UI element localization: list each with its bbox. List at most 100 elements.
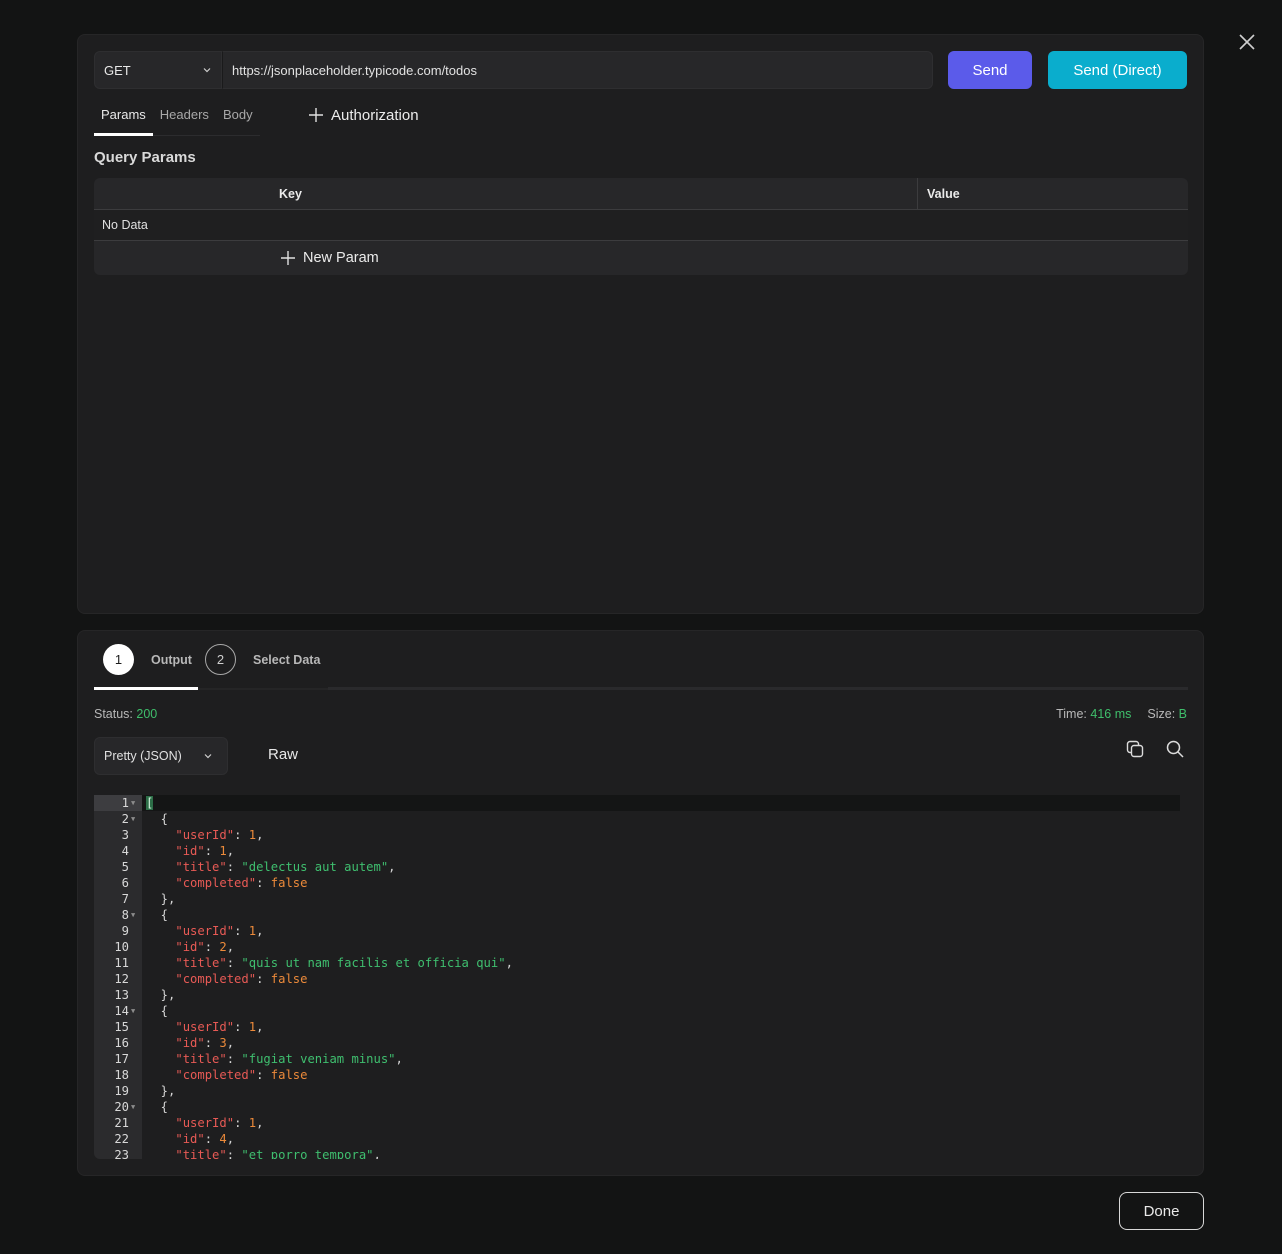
search-icon (1166, 740, 1184, 758)
json-punctuation: : (234, 924, 249, 938)
steps-divider-right (328, 687, 1188, 690)
fold-toggle-icon[interactable]: ▼ (131, 1003, 135, 1020)
json-number: 1 (219, 844, 227, 858)
status-label: Status: (94, 707, 133, 721)
request-panel: GET https://jsonplaceholder.typicode.com… (77, 34, 1204, 614)
copy-button[interactable] (1125, 739, 1145, 759)
json-punctuation: : (204, 844, 220, 858)
json-string: "et porro tempora" (241, 1148, 374, 1159)
json-punctuation (146, 876, 175, 890)
json-key: "id" (175, 1036, 205, 1050)
line-number: 11 (114, 956, 129, 970)
json-bracket: [ (146, 796, 154, 810)
plus-icon (281, 250, 295, 265)
json-punctuation: }, (146, 892, 176, 906)
code-line: 10 "id": 2, (94, 939, 1180, 955)
close-icon (1239, 34, 1255, 50)
json-punctuation (146, 1020, 175, 1034)
format-select[interactable]: Pretty (JSON) (94, 737, 228, 775)
json-punctuation: : (256, 972, 271, 986)
new-param-button[interactable]: New Param (94, 241, 1188, 274)
code-text: }, (146, 987, 176, 1003)
raw-button[interactable]: Raw (268, 746, 298, 763)
json-punctuation: : (204, 1036, 220, 1050)
json-key: "completed" (175, 1068, 257, 1082)
step-number: 2 (205, 644, 236, 675)
code-line: 14 ▼ { (94, 1003, 1180, 1019)
line-number: 3 (121, 828, 129, 842)
json-number: 4 (219, 1132, 227, 1146)
line-number: 6 (121, 876, 129, 890)
json-punctuation: { (146, 908, 169, 922)
code-line: 11 "title": "quis ut nam facilis et offi… (94, 955, 1180, 971)
json-key: "userId" (175, 1020, 235, 1034)
fold-toggle-icon[interactable]: ▼ (131, 907, 135, 924)
code-line: 20 ▼ { (94, 1099, 1180, 1115)
json-key: "userId" (175, 1116, 235, 1130)
line-number: 13 (114, 988, 129, 1002)
close-button[interactable] (1236, 31, 1258, 53)
json-punctuation: : (226, 860, 242, 874)
line-number: 9 (121, 924, 129, 938)
fold-toggle-icon[interactable]: ▼ (131, 1099, 135, 1116)
active-step-indicator (94, 687, 198, 690)
step-select-data[interactable]: 2 Select Data (205, 644, 320, 675)
json-punctuation: : (256, 1068, 271, 1082)
tab-params[interactable]: Params (94, 99, 153, 136)
code-text: "title": "et porro tempora", (146, 1147, 380, 1159)
json-key: "userId" (175, 924, 235, 938)
query-params-title: Query Params (94, 149, 196, 166)
json-number: 1 (248, 828, 257, 842)
json-punctuation (146, 828, 175, 842)
response-size: Size: B (1147, 707, 1187, 721)
authorization-label: Authorization (331, 106, 419, 124)
json-key: "title" (175, 1148, 227, 1159)
status-value: 200 (136, 707, 158, 721)
response-code-editor[interactable]: 1 ▼[2 ▼ {3 "userId": 1, 4 "id": 1, 5 "title"… (94, 795, 1180, 1159)
fold-toggle-icon[interactable]: ▼ (131, 795, 135, 812)
json-key: "title" (175, 860, 227, 874)
search-button[interactable] (1165, 739, 1185, 759)
json-key: "userId" (175, 828, 235, 842)
code-text: "title": "fugiat veniam minus", (146, 1051, 403, 1067)
tab-body[interactable]: Body (216, 99, 260, 135)
line-number: 19 (114, 1084, 129, 1098)
tab-headers[interactable]: Headers (153, 99, 216, 135)
json-punctuation (146, 1116, 175, 1130)
json-punctuation (146, 972, 175, 986)
json-punctuation (146, 1052, 175, 1066)
send-direct-button[interactable]: Send (Direct) (1048, 51, 1187, 89)
line-number: 5 (121, 860, 129, 874)
done-button[interactable]: Done (1119, 1192, 1204, 1230)
code-line: 17 "title": "fugiat veniam minus", (94, 1051, 1180, 1067)
json-punctuation (146, 924, 175, 938)
method-value: GET (104, 62, 131, 78)
add-authorization-button[interactable]: Authorization (308, 105, 419, 125)
json-punctuation: , (256, 1116, 264, 1130)
code-text: { (146, 1003, 168, 1019)
query-params-table: Key Value No Data New Param (94, 178, 1188, 275)
method-select[interactable]: GET (94, 51, 222, 89)
step-output[interactable]: 1 Output (103, 644, 192, 675)
line-number: 7 (121, 892, 129, 906)
json-number: 1 (248, 1116, 257, 1130)
line-number: 23 (114, 1148, 129, 1159)
json-punctuation: , (256, 924, 264, 938)
step-number: 1 (103, 644, 134, 675)
json-boolean: false (270, 972, 308, 986)
json-number: 1 (248, 1020, 257, 1034)
url-input[interactable]: https://jsonplaceholder.typicode.com/tod… (222, 51, 933, 89)
code-text: "id": 1, (146, 843, 234, 859)
json-key: "completed" (175, 972, 257, 986)
json-string: "quis ut nam facilis et officia qui" (241, 956, 506, 970)
code-text: "userId": 1, (146, 1019, 263, 1035)
code-text: "title": "quis ut nam facilis et officia… (146, 955, 513, 971)
code-text: { (146, 811, 168, 827)
json-punctuation: : (226, 1148, 242, 1159)
json-key: "id" (175, 940, 205, 954)
step-label: Output (151, 652, 192, 667)
json-key: "title" (175, 956, 227, 970)
send-button[interactable]: Send (948, 51, 1032, 89)
fold-toggle-icon[interactable]: ▼ (131, 811, 135, 828)
code-line: 18 "completed": false (94, 1067, 1180, 1083)
